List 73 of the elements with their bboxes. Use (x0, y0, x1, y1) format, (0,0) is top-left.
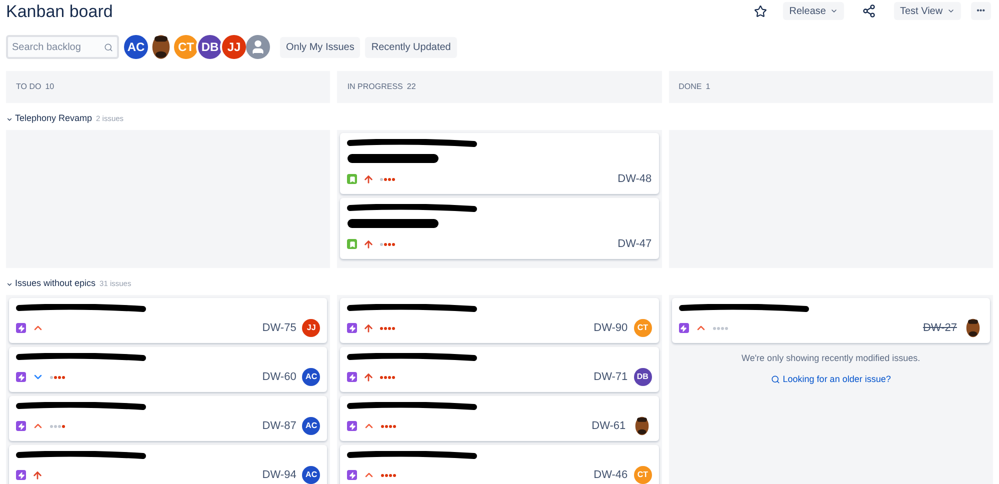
lightning-icon (16, 372, 26, 382)
more-button[interactable]: ••• (970, 2, 991, 20)
lightning-icon (347, 421, 358, 431)
lightning-icon (16, 470, 26, 480)
issue-key[interactable]: DW-90 (594, 320, 628, 336)
user-avatar-icon[interactable] (246, 35, 270, 59)
chevron-down-icon[interactable] (6, 280, 13, 288)
issue-key[interactable]: DW-61 (592, 418, 626, 434)
issue-card[interactable]: DW-47 (340, 198, 659, 259)
issue-key[interactable]: DW-27 (922, 320, 957, 336)
issue-card[interactable]: DW-48 (340, 133, 659, 194)
avatar[interactable]: AC (124, 35, 148, 59)
issue-key[interactable]: DW-94 (262, 466, 296, 484)
arrow-up-icon (363, 174, 374, 184)
info-text: We're only showing recently modified issues. (742, 352, 920, 365)
column-count: 22 (406, 81, 416, 93)
arrow-up-icon (32, 470, 43, 480)
issue-card[interactable]: DW-94 AC (9, 445, 328, 484)
swimlane-title[interactable]: Issues without epics (15, 277, 96, 291)
quick-filter-button[interactable]: Recently Updated (365, 36, 457, 58)
issue-card[interactable]: DW-61 (340, 396, 659, 441)
column-name: IN PROGRESS (347, 81, 403, 93)
search-field[interactable]: Search backlog (6, 35, 119, 59)
search-icon (104, 42, 113, 52)
lightning-icon (347, 372, 358, 382)
dropdown-button[interactable]: Test View (894, 2, 961, 20)
issue-card[interactable]: DW-27 (672, 298, 990, 343)
dropdown-button[interactable]: Release (783, 2, 844, 20)
avatar[interactable]: JJ (302, 319, 320, 337)
search-icon (770, 374, 780, 384)
issue-card[interactable]: DW-46 CT (340, 445, 659, 484)
swimlane-title[interactable]: Telephony Revamp (15, 112, 92, 126)
issue-key[interactable]: DW-87 (262, 418, 296, 434)
share-icon[interactable] (862, 4, 876, 18)
lightning-icon (678, 323, 689, 333)
issue-card[interactable]: DW-75 JJ (9, 298, 328, 343)
column-count: 1 (706, 81, 710, 93)
avatar[interactable]: DB (634, 368, 652, 386)
issue-card[interactable]: DW-71 DB (340, 347, 659, 392)
arrow-up-icon (363, 372, 374, 382)
issue-key[interactable]: DW-47 (618, 236, 652, 252)
issue-card[interactable]: DW-60 AC (9, 347, 328, 392)
avatar[interactable]: JJ (222, 35, 246, 59)
quick-filter-button[interactable]: Only My Issues (280, 36, 360, 58)
issue-key[interactable]: DW-75 (262, 320, 296, 336)
issue-card[interactable]: DW-90 CT (340, 298, 659, 343)
column-name: TO DO (16, 81, 42, 93)
bookmark-icon (347, 239, 358, 249)
avatar[interactable]: AC (302, 368, 320, 386)
column-count: 10 (45, 81, 54, 93)
arrow-up-icon (363, 322, 374, 334)
lightning-icon (347, 323, 358, 333)
caret-icon (946, 7, 955, 15)
lightning-icon (347, 470, 358, 480)
board-title: Kanban board (6, 2, 113, 20)
lightning-icon (16, 421, 26, 431)
avatar[interactable]: AC (302, 417, 320, 435)
issue-key[interactable]: DW-71 (594, 368, 628, 386)
star-icon[interactable] (754, 4, 768, 18)
older-issue-link[interactable]: Looking for an older issue? (782, 372, 891, 386)
avatar[interactable]: DB (198, 35, 222, 59)
avatar[interactable]: AC (302, 466, 320, 484)
chevron-down-icon[interactable] (6, 116, 13, 122)
bookmark-icon (347, 174, 358, 184)
issue-key[interactable]: DW-46 (594, 466, 628, 484)
caret-icon (830, 7, 838, 15)
lightning-icon (16, 323, 26, 333)
issue-card[interactable]: DW-87 AC (9, 396, 328, 441)
column-name: DONE (678, 81, 702, 93)
issue-key[interactable]: DW-48 (618, 170, 652, 188)
search-input[interactable]: Search backlog (12, 40, 104, 54)
arrow-up-icon (363, 238, 374, 250)
issue-key[interactable]: DW-60 (262, 368, 296, 386)
